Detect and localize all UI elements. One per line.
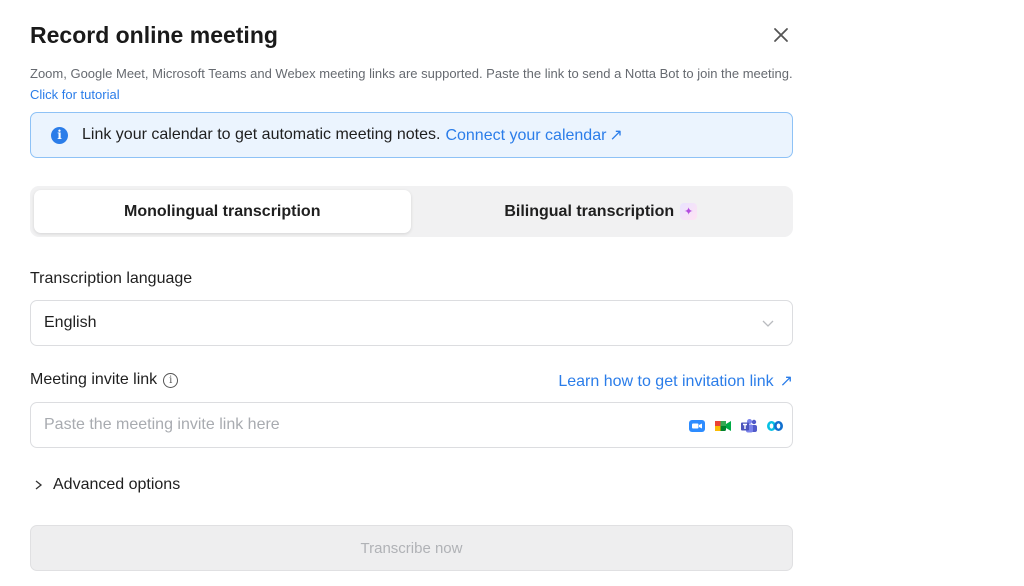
advanced-options-label: Advanced options <box>53 476 181 493</box>
learn-invitation-link[interactable]: Learn how to get invitation link ↗ <box>558 371 793 391</box>
external-link-icon: ↗ <box>779 373 793 390</box>
banner-text: Link your calendar to get automatic meet… <box>82 126 441 143</box>
ai-sparkle-icon: ✦ <box>680 203 698 220</box>
learn-invitation-label: Learn how to get invitation link <box>558 373 774 390</box>
tab-bilingual[interactable]: Bilingual transcription ✦ <box>413 190 790 233</box>
tab-bilingual-label: Bilingual transcription <box>504 202 675 220</box>
language-label: Transcription language <box>30 270 193 287</box>
connect-calendar-link[interactable]: Connect your calendar ↗ <box>445 125 622 145</box>
invite-link-label-row: Meeting invite link i <box>30 371 179 389</box>
advanced-options-toggle[interactable]: Advanced options <box>34 476 180 494</box>
transcribe-now-button[interactable]: Transcribe now <box>30 525 793 571</box>
invite-link-field <box>30 402 793 448</box>
calendar-banner: i Link your calendar to get automatic me… <box>30 112 793 158</box>
tab-monolingual-label: Monolingual transcription <box>124 202 321 220</box>
description-text: Zoom, Google Meet, Microsoft Teams and W… <box>30 66 793 81</box>
invite-link-label: Meeting invite link <box>30 371 158 388</box>
dialog-description: Zoom, Google Meet, Microsoft Teams and W… <box>30 63 793 105</box>
zoom-icon <box>689 420 705 432</box>
transcription-mode-toggle: Monolingual transcription Bilingual tran… <box>30 186 793 237</box>
transcribe-now-label: Transcribe now <box>360 539 463 557</box>
supported-apps <box>688 418 784 434</box>
webex-icon <box>767 421 783 431</box>
language-select[interactable]: English <box>30 300 793 346</box>
info-icon[interactable]: i <box>163 373 179 388</box>
tab-monolingual[interactable]: Monolingual transcription <box>34 190 411 233</box>
microsoft-teams-icon <box>741 419 757 433</box>
chevron-down-icon <box>762 320 774 327</box>
external-link-icon: ↗ <box>609 127 623 144</box>
dialog-title: Record online meeting <box>30 22 278 48</box>
google-meet-icon <box>715 421 731 431</box>
close-button[interactable] <box>770 24 792 46</box>
language-value: English <box>44 314 97 331</box>
close-icon <box>774 28 788 42</box>
chevron-right-icon <box>35 480 43 490</box>
tutorial-link[interactable]: Click for tutorial <box>30 87 120 102</box>
invite-link-input[interactable] <box>31 403 671 447</box>
record-meeting-dialog: Record online meeting Zoom, Google Meet,… <box>30 0 793 586</box>
connect-calendar-label: Connect your calendar <box>445 127 607 144</box>
info-icon: i <box>51 126 68 144</box>
